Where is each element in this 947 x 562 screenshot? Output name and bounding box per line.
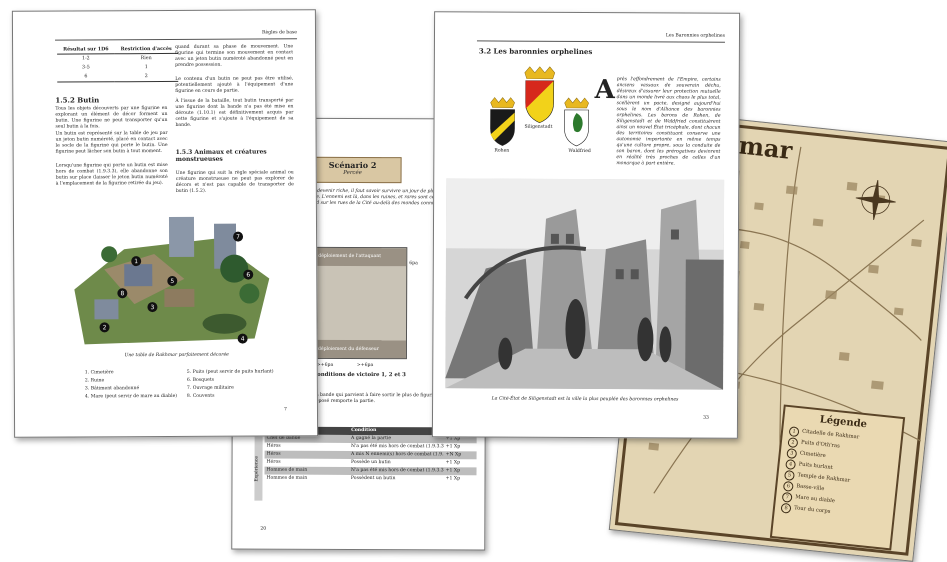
xp-cell: +1 Xp: [445, 468, 461, 474]
table-cell: 6: [57, 72, 115, 83]
photo-legend-item: 8. Couvents: [186, 393, 215, 399]
access-table: Résultat sur 1D6 Restriction d'accès 1-2…: [57, 44, 178, 83]
rules-page: Règles de base Résultat sur 1D6 Restrict…: [11, 9, 319, 438]
scenario-title: Scénario 2: [328, 159, 377, 171]
table-cell: 2: [114, 71, 178, 82]
deployment-diagram: déploiement de l'attaquant déploiement d…: [312, 246, 408, 360]
defender-zone-label: déploiement du défenseur: [317, 346, 379, 353]
xp-cell: Possèdent un butin: [350, 475, 396, 482]
xp-cell: +1 Xp: [445, 460, 461, 466]
page-header: Règles de base: [261, 30, 298, 36]
victory-heading: Conditions de victoire 1, 2 et 3: [312, 371, 406, 379]
side-measure: 6pa: [409, 261, 418, 267]
right-col-4: Une figurine qui suit la règle spéciale …: [175, 170, 294, 194]
measure-1: >+6pa: [316, 362, 334, 368]
legend-number: 7: [781, 491, 793, 503]
legend-list: 1 Citadelle de Rakhmar 2 Puits d'Oth'ras 3 Ci…: [774, 422, 901, 528]
crown-icon: [490, 97, 515, 108]
svg-text:4: 4: [241, 336, 245, 343]
shield-label-rohen: Rohen: [494, 148, 510, 154]
table-header: Restriction d'accès: [114, 44, 178, 54]
city-illustration: [445, 178, 725, 390]
crown-icon: [524, 66, 556, 80]
photo-caption: Une table de Rakhmar parfaitement décoré…: [124, 352, 229, 359]
shield-label-waldfried: Waldfried: [568, 148, 591, 155]
header-rule: [55, 38, 298, 41]
butin-para-2: Un butin est représenté sur la table de …: [55, 130, 168, 155]
baronnies-body: près l'effondrement de l'Empire, certain…: [616, 77, 721, 167]
table-cell: 3-5: [82, 65, 90, 71]
svg-text:7: 7: [236, 234, 240, 241]
scenario-subtitle: Percée: [343, 169, 362, 177]
xp-side-label: Expérience: [254, 436, 263, 501]
scenario-title-box: Scénario 2 Percée: [303, 156, 402, 184]
butin-para-1: Tous les objets découverts par une figur…: [55, 105, 168, 130]
butin-para-3: Lorsqu'une figurine qui porte un butin e…: [55, 162, 168, 187]
legend-number: 2: [787, 436, 799, 448]
legend-number: 4: [785, 458, 797, 470]
shield-label-siligenstadt: Siligenstadt: [524, 124, 553, 130]
map-legend: Légende 1 Citadelle de Rakhmar 2 Puits d'Ot…: [769, 404, 906, 551]
table-header: Résultat sur 1D6: [57, 45, 115, 55]
tabletop-photo: 1 2 3 4 5 6 7 8: [74, 216, 270, 345]
table-cell: Rien: [140, 56, 152, 62]
right-col-2: Le contenu d'un butin ne peut pas être u…: [175, 76, 294, 94]
xp-cell: +1 Xp: [445, 476, 461, 482]
city-caption: La Cité-État de Siligenstadt est la vill…: [491, 396, 679, 403]
svg-text:8: 8: [120, 290, 124, 297]
right-col-3: À l'issue de la bataille, tout butin tra…: [175, 98, 294, 128]
legend-right-list: 5. Puits (peut servir de puits hurlant) 6…: [187, 368, 297, 401]
page-header-right: Les Baronnies orphelines: [665, 33, 726, 39]
measure-2: >+6pa: [356, 362, 374, 369]
svg-text:5: 5: [170, 278, 174, 285]
xp-cell: +N Xp: [445, 452, 462, 458]
photo-legend-item: 4. Mare (peut servir de mare au diable): [84, 393, 178, 400]
section-heading-butin: 1.5.2 Butin: [55, 95, 100, 105]
table-cell: 1: [144, 65, 148, 71]
page-number-center: 20: [260, 526, 267, 532]
svg-text:2: 2: [103, 324, 107, 331]
xp-row: Hommes de main Possèdent un butin +1 Xp: [264, 474, 477, 484]
xp-cell: +1 Xp: [445, 444, 461, 450]
xp-cell: Hommes de main: [266, 475, 308, 481]
legend-number: 6: [782, 480, 794, 492]
table-cell: 1-2: [81, 56, 90, 62]
baronnies-page: Les Baronnies orphelines 3.2 Les baronni…: [431, 11, 741, 439]
crown-icon: [564, 97, 589, 109]
header-rule: [476, 40, 725, 43]
svg-text:1: 1: [134, 258, 138, 265]
section-heading-baronnies: 3.2 Les baronnies orphelines: [478, 46, 593, 57]
section-heading-animaux: 1.5.3 Animaux et créatures monstrueuses: [175, 148, 267, 163]
attacker-zone-label: déploiement de l'attaquant: [318, 253, 382, 260]
svg-text:3: 3: [151, 304, 155, 311]
legend-number: 1: [788, 425, 800, 437]
legend-number: 8: [780, 502, 792, 514]
page-number-left: 7: [284, 407, 287, 413]
drop-cap: A: [594, 75, 615, 106]
page-number-right: 33: [703, 415, 710, 421]
right-col-1: quand durant sa phase de mouvement. Une …: [175, 44, 294, 68]
legend-number: 5: [784, 469, 796, 481]
legend-left-list: 1. Cimetière 2. Ruine 3. Bâtiment abandonn…: [85, 369, 185, 402]
svg-text:6: 6: [246, 272, 250, 279]
legend-number: 3: [786, 447, 798, 459]
